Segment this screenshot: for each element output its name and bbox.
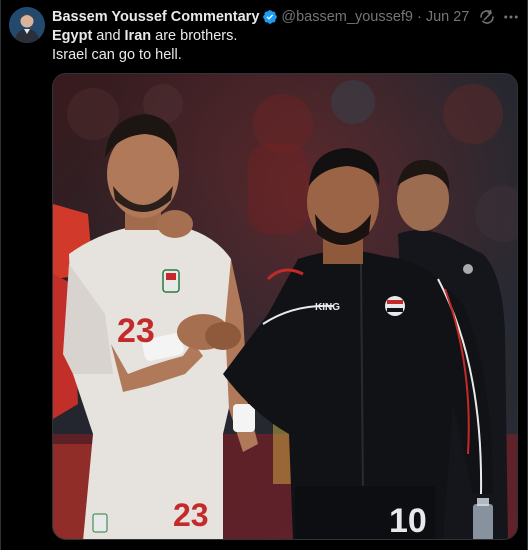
- left-player-shorts-number: 23: [173, 497, 209, 533]
- grok-icon[interactable]: [478, 8, 496, 26]
- text-and: and: [92, 28, 125, 44]
- more-icon[interactable]: [502, 8, 520, 26]
- right-player-number: 10: [389, 502, 427, 540]
- author-avatar[interactable]: [9, 7, 45, 43]
- verified-badge-icon: [263, 10, 278, 24]
- tweet-text-line-2: Israel can go to hell.: [52, 47, 182, 63]
- hashtag-iran: Iran: [124, 28, 152, 44]
- photo-scene: 23 23 KING 10: [53, 74, 517, 540]
- author-name[interactable]: Bassem Youssef Commentary: [52, 7, 259, 27]
- tweet-card[interactable]: Bassem Youssef Commentary @bassem_yousse…: [0, 0, 528, 550]
- tweet-text: Egypt and Iran are brothers. Israel can …: [52, 27, 512, 65]
- tweet-date[interactable]: Jun 27: [426, 7, 470, 27]
- tweet-text-line-1: Egypt and Iran are brothers.: [52, 27, 512, 46]
- text-are-brothers: are brothers.: [151, 28, 238, 44]
- avatar-image: [9, 7, 45, 43]
- tweet-photo[interactable]: 23 23 KING 10: [52, 73, 518, 540]
- left-player-number: 23: [117, 312, 155, 350]
- jacket-brand: KING: [315, 302, 340, 313]
- author-handle[interactable]: @bassem_youssef9: [281, 7, 413, 27]
- hashtag-egypt: Egypt: [52, 28, 93, 44]
- tweet-header: Bassem Youssef Commentary @bassem_yousse…: [52, 7, 469, 27]
- separator-dot: ·: [416, 9, 422, 25]
